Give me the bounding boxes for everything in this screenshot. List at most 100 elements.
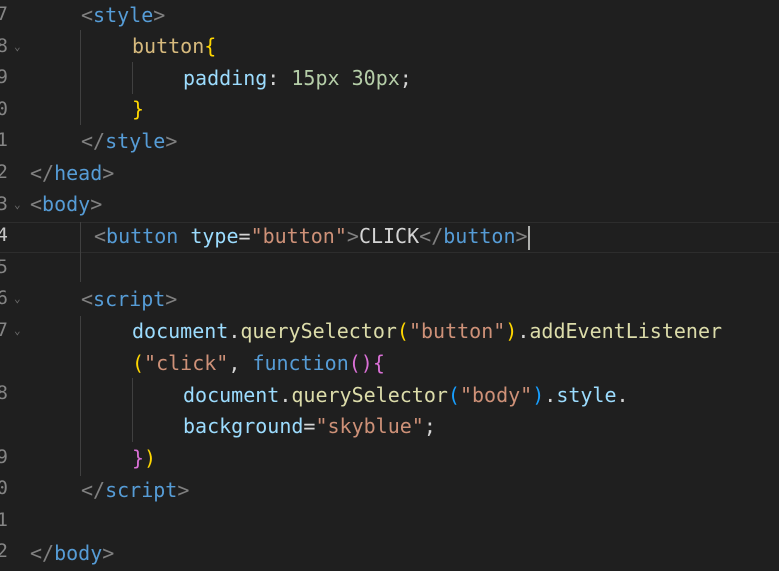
token: > bbox=[346, 224, 359, 248]
code-line: padding: 15px 30px; bbox=[183, 63, 412, 94]
fold-chevron-icon[interactable]: ⌄ bbox=[14, 40, 21, 53]
token: querySelector bbox=[291, 383, 448, 407]
line-number: 7 bbox=[0, 319, 8, 341]
code-line: </body> bbox=[30, 538, 114, 569]
line-number: 0 bbox=[0, 477, 8, 499]
token: button bbox=[132, 34, 205, 58]
indent-guide bbox=[80, 30, 81, 125]
token: body bbox=[42, 192, 91, 216]
token: </ bbox=[419, 224, 444, 248]
code-line: ("click", function(){ bbox=[132, 348, 385, 379]
fold-chevron-icon[interactable]: ⌄ bbox=[14, 324, 21, 337]
line-number: 9 bbox=[0, 66, 8, 88]
token: "button" bbox=[250, 224, 347, 248]
code-line: document.querySelector("button").addEven… bbox=[132, 316, 722, 347]
code-line: <body> bbox=[30, 189, 102, 220]
line-number: 5 bbox=[0, 256, 8, 278]
token: script bbox=[105, 478, 178, 502]
token: ; bbox=[423, 414, 436, 438]
token: 30px bbox=[351, 66, 400, 90]
token: background bbox=[183, 414, 304, 438]
token: < bbox=[81, 287, 94, 311]
line-number: 6 bbox=[0, 287, 8, 309]
token: > bbox=[165, 129, 178, 153]
token: > bbox=[177, 478, 190, 502]
line-number: 8 bbox=[0, 382, 8, 404]
line-number: 1 bbox=[0, 129, 8, 151]
token: style bbox=[105, 129, 166, 153]
token: button bbox=[443, 224, 516, 248]
token: </ bbox=[30, 541, 55, 565]
token: function bbox=[252, 351, 349, 375]
token: > bbox=[165, 287, 178, 311]
token: style bbox=[93, 3, 154, 27]
token: { bbox=[372, 351, 385, 375]
code-editor[interactable]: 7 8 9 0 1 2 3 4 5 6 7 8 9 0 1 2 ⌄ ⌄ ⌄ ⌄ … bbox=[0, 0, 779, 571]
token: > bbox=[90, 192, 103, 216]
code-line: }) bbox=[132, 443, 156, 474]
token: ( bbox=[132, 351, 145, 375]
line-number: 2 bbox=[0, 540, 8, 562]
token: </ bbox=[30, 161, 55, 185]
indent-guide bbox=[80, 222, 81, 282]
token: ) bbox=[144, 446, 157, 470]
token: script bbox=[93, 287, 166, 311]
token: , bbox=[228, 351, 241, 375]
token: } bbox=[132, 97, 145, 121]
code-line: </head> bbox=[30, 158, 114, 189]
token: ( bbox=[396, 319, 409, 343]
token: ) bbox=[505, 319, 518, 343]
token: style bbox=[556, 383, 617, 407]
token: querySelector bbox=[240, 319, 397, 343]
fold-chevron-icon[interactable]: ⌄ bbox=[14, 198, 21, 211]
token: . bbox=[616, 383, 629, 407]
line-number: 8 bbox=[0, 35, 8, 57]
token: ; bbox=[399, 66, 412, 90]
token: </ bbox=[81, 129, 106, 153]
token: < bbox=[81, 3, 94, 27]
token: addEventListener bbox=[529, 319, 723, 343]
code-line: button{ bbox=[132, 31, 216, 62]
token: 15px bbox=[291, 66, 340, 90]
line-number: 9 bbox=[0, 446, 8, 468]
code-line: <script> bbox=[81, 284, 177, 315]
code-line: </style> bbox=[81, 126, 177, 157]
token: = bbox=[303, 414, 316, 438]
token: "body" bbox=[459, 383, 533, 407]
line-number: 7 bbox=[0, 3, 8, 25]
code-line: document.querySelector("body").style. bbox=[183, 380, 629, 411]
token: = bbox=[238, 224, 251, 248]
line-number: 1 bbox=[0, 509, 8, 531]
indent-guide bbox=[80, 316, 81, 476]
text-cursor bbox=[527, 225, 530, 250]
indent-guide bbox=[132, 62, 133, 94]
token: ) bbox=[532, 383, 545, 407]
token: : bbox=[267, 66, 280, 90]
token: > bbox=[515, 224, 528, 248]
token: "button" bbox=[408, 319, 506, 343]
token: < bbox=[30, 192, 43, 216]
line-number: 2 bbox=[0, 161, 8, 183]
indent-guide bbox=[132, 378, 133, 442]
token: </ bbox=[81, 478, 106, 502]
token: "skyblue" bbox=[315, 414, 424, 438]
token: button bbox=[106, 224, 179, 248]
token: ( bbox=[447, 383, 460, 407]
code-line: <style> bbox=[81, 0, 165, 31]
code-line: <button type="button">CLICK</button> bbox=[94, 221, 530, 252]
token: type bbox=[190, 224, 239, 248]
token: { bbox=[204, 34, 217, 58]
token: . bbox=[228, 319, 241, 343]
token: > bbox=[153, 3, 166, 27]
token: . bbox=[517, 319, 530, 343]
token: head bbox=[54, 161, 103, 185]
line-number: 0 bbox=[0, 98, 8, 120]
token: () bbox=[348, 351, 373, 375]
token: "click" bbox=[144, 351, 229, 375]
code-line: } bbox=[132, 94, 144, 125]
line-number: 3 bbox=[0, 193, 8, 215]
token: padding bbox=[183, 66, 268, 90]
fold-chevron-icon[interactable]: ⌄ bbox=[14, 292, 21, 305]
token: . bbox=[279, 383, 292, 407]
token: . bbox=[544, 383, 557, 407]
